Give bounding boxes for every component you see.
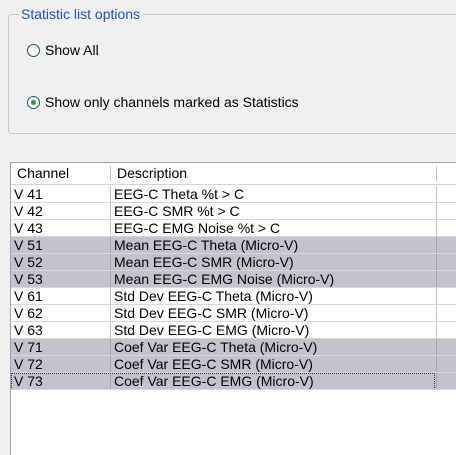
grid-line [436, 356, 437, 373]
description-cell: Mean EEG-C Theta (Micro-V) [114, 237, 299, 253]
show-only-statistics-radio[interactable] [27, 95, 40, 109]
table-row[interactable]: V 43 EEG-C EMG Noise %t > C [11, 220, 456, 237]
description-cell: Std Dev EEG-C Theta (Micro-V) [114, 288, 313, 304]
table-row[interactable]: V 61 Std Dev EEG-C Theta (Micro-V) [11, 288, 456, 305]
show-all-label[interactable]: Show All [45, 41, 99, 59]
channel-cell: V 63 [14, 322, 43, 338]
grid-line [436, 373, 437, 390]
grid-line [11, 389, 456, 390]
channel-cell: V 53 [14, 271, 43, 287]
description-cell: Std Dev EEG-C SMR (Micro-V) [114, 305, 309, 321]
grid-line [110, 186, 111, 203]
table-row[interactable]: V 42 EEG-C SMR %t > C [11, 203, 456, 220]
grid-line [436, 305, 437, 322]
table-row[interactable]: V 62 Std Dev EEG-C SMR (Micro-V) [11, 305, 456, 322]
description-cell: Coef Var EEG-C Theta (Micro-V) [114, 339, 318, 355]
channel-cell: V 52 [14, 254, 43, 270]
channel-cell: V 72 [14, 356, 43, 372]
group-title: Statistic list options [19, 5, 143, 23]
grid-line [436, 288, 437, 305]
grid-line [110, 254, 111, 271]
column-header-channel[interactable]: Channel [11, 163, 111, 184]
description-cell: Std Dev EEG-C EMG (Micro-V) [114, 322, 310, 338]
grid-line [110, 373, 111, 390]
grid-line [110, 322, 111, 339]
channel-cell: V 73 [14, 373, 43, 389]
list-header: Channel Description [11, 163, 456, 185]
grid-line [436, 339, 437, 356]
show-only-statistics-label[interactable]: Show only channels marked as Statistics [45, 93, 299, 111]
grid-line [436, 203, 437, 220]
table-row[interactable]: V 41 EEG-C Theta %t > C [11, 186, 456, 203]
grid-line [110, 220, 111, 237]
show-all-radio-option[interactable]: Show All [27, 41, 99, 59]
grid-line [436, 237, 437, 254]
grid-line [110, 339, 111, 356]
channel-cell: V 51 [14, 237, 43, 253]
statistic-list-options-group: Statistic list options Show All Show onl… [8, 5, 456, 134]
grid-line [436, 322, 437, 339]
table-row[interactable]: V 72 Coef Var EEG-C SMR (Micro-V) [11, 356, 456, 373]
channel-list[interactable]: Channel Description V 41 EEG-C Theta %t >… [10, 162, 456, 455]
description-cell: Coef Var EEG-C EMG (Micro-V) [114, 373, 314, 389]
column-divider[interactable] [436, 166, 437, 181]
description-cell: Mean EEG-C EMG Noise (Micro-V) [114, 271, 335, 287]
grid-line [110, 203, 111, 220]
channel-cell: V 42 [14, 203, 43, 219]
table-row[interactable]: V 63 Std Dev EEG-C EMG (Micro-V) [11, 322, 456, 339]
grid-line [110, 356, 111, 373]
show-only-statistics-radio-option[interactable]: Show only channels marked as Statistics [27, 93, 299, 111]
channel-cell: V 61 [14, 288, 43, 304]
channel-cell: V 71 [14, 339, 43, 355]
description-cell: EEG-C Theta %t > C [114, 186, 245, 202]
grid-line [436, 186, 437, 203]
grid-line [110, 288, 111, 305]
channel-cell: V 62 [14, 305, 43, 321]
table-row[interactable]: V 53 Mean EEG-C EMG Noise (Micro-V) [11, 271, 456, 288]
grid-line [436, 271, 437, 288]
description-cell: EEG-C EMG Noise %t > C [114, 220, 281, 236]
column-header-description[interactable]: Description [111, 163, 436, 184]
channel-cell: V 41 [14, 186, 43, 202]
table-row[interactable]: V 71 Coef Var EEG-C Theta (Micro-V) [11, 339, 456, 356]
grid-line [110, 271, 111, 288]
description-cell: EEG-C SMR %t > C [114, 203, 240, 219]
description-cell: Coef Var EEG-C SMR (Micro-V) [114, 356, 313, 372]
grid-line [436, 220, 437, 237]
description-cell: Mean EEG-C SMR (Micro-V) [114, 254, 294, 270]
table-row[interactable]: V 73 Coef Var EEG-C EMG (Micro-V) [11, 373, 456, 390]
list-rows: V 41 EEG-C Theta %t > C V 42 EEG-C SMR %t >… [11, 186, 456, 390]
show-all-radio[interactable] [27, 43, 40, 57]
grid-line [110, 237, 111, 254]
grid-line [436, 254, 437, 271]
table-row[interactable]: V 51 Mean EEG-C Theta (Micro-V) [11, 237, 456, 254]
channel-cell: V 43 [14, 220, 43, 236]
table-row[interactable]: V 52 Mean EEG-C SMR (Micro-V) [11, 254, 456, 271]
grid-line [110, 305, 111, 322]
